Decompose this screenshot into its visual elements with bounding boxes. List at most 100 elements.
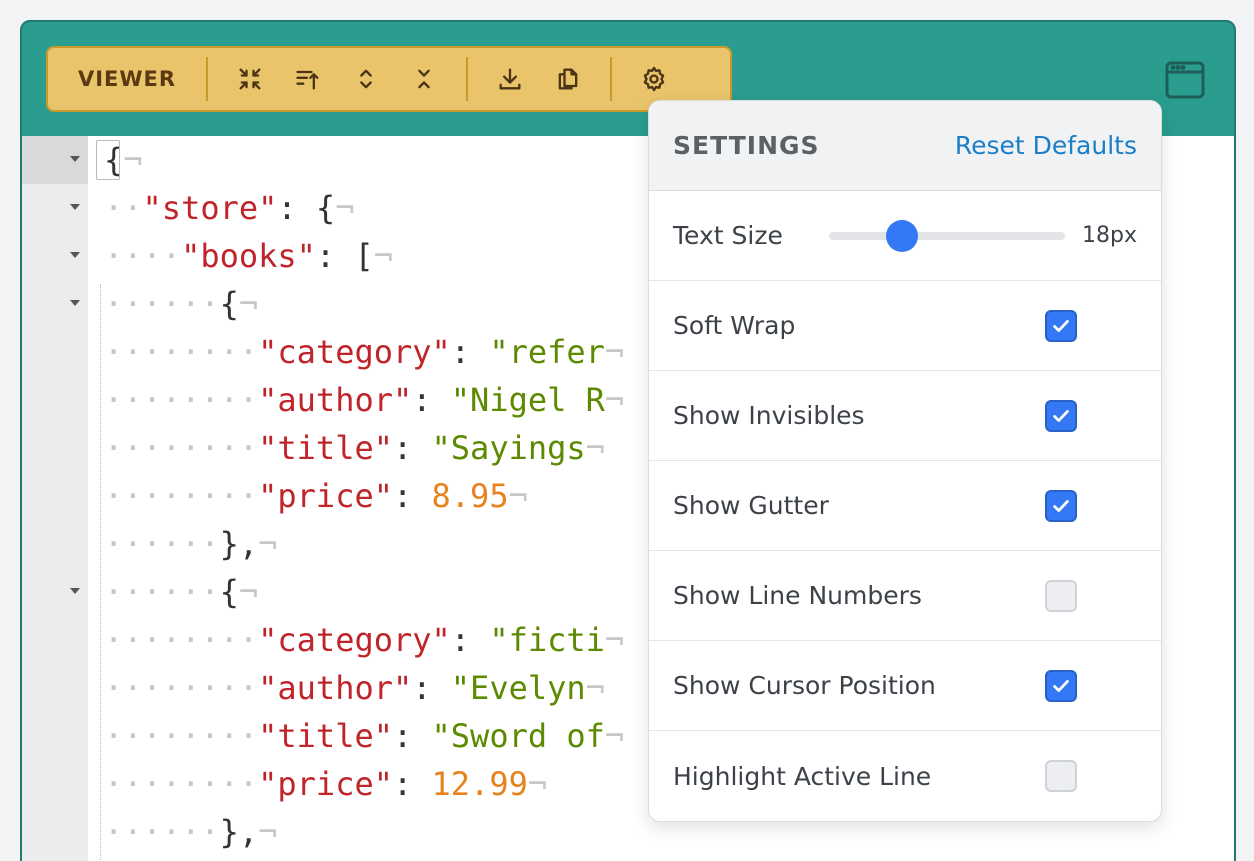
- code-token: "refer: [489, 333, 605, 371]
- copy-button[interactable]: [544, 55, 592, 103]
- soft-wrap-row: Soft Wrap: [649, 281, 1161, 371]
- bracket-match-highlight: [96, 140, 120, 180]
- download-button[interactable]: [486, 55, 534, 103]
- fold-arrow-icon[interactable]: [70, 156, 80, 162]
- indent-marker: ··: [104, 189, 143, 227]
- code-line: ······},¬: [104, 520, 277, 568]
- code-line: ····"books": [¬: [104, 232, 393, 280]
- checkmark-icon: [1053, 500, 1069, 512]
- eol-marker: ¬: [604, 621, 625, 659]
- collapse-all-button[interactable]: [400, 55, 448, 103]
- show-line-numbers-checkbox[interactable]: [1045, 580, 1077, 612]
- gutter-row: [22, 664, 88, 712]
- show-gutter-checkbox[interactable]: [1045, 490, 1077, 522]
- fold-arrow-icon[interactable]: [70, 252, 80, 258]
- code-token: : {: [277, 189, 336, 227]
- code-line: ········"price": 8.95¬: [104, 472, 528, 520]
- code-line: ········"category": "refer¬: [104, 328, 624, 376]
- eol-marker: ¬: [527, 765, 548, 803]
- toolbar-file-group: [468, 48, 610, 110]
- code-token: },: [219, 525, 259, 563]
- highlight-active-line-checkbox[interactable]: [1045, 760, 1077, 792]
- fold-arrow-icon[interactable]: [70, 204, 80, 210]
- eol-marker: ¬: [258, 813, 278, 851]
- show-cursor-position-checkbox[interactable]: [1045, 670, 1077, 702]
- gutter-row: [22, 376, 88, 424]
- soft-wrap-label: Soft Wrap: [673, 311, 796, 340]
- gutter-row: [22, 184, 88, 232]
- code-token: "author": [258, 381, 413, 419]
- indent-marker: ······: [104, 573, 220, 611]
- code-token: :: [392, 429, 432, 467]
- fullscreen-button[interactable]: [1164, 60, 1206, 100]
- indent-marker: ········: [104, 477, 259, 515]
- fold-arrow-icon[interactable]: [70, 300, 80, 306]
- settings-title: SETTINGS: [673, 131, 820, 160]
- code-line: {¬: [96, 136, 143, 184]
- code-token: :: [392, 717, 432, 755]
- eol-marker: ¬: [373, 237, 393, 275]
- settings-header: SETTINGS Reset Defaults: [649, 101, 1161, 191]
- code-line: ······{¬: [104, 280, 258, 328]
- indent-marker: ······: [104, 813, 220, 851]
- show-line-numbers-row: Show Line Numbers: [649, 551, 1161, 641]
- code-token: {: [219, 573, 239, 611]
- show-gutter-label: Show Gutter: [673, 491, 829, 520]
- indent-marker: ········: [104, 717, 259, 755]
- text-size-value: 18px: [1082, 223, 1137, 248]
- collapse-button[interactable]: [226, 55, 274, 103]
- code-token: "category": [258, 333, 451, 371]
- eol-marker: ¬: [123, 141, 143, 179]
- code-token: 12.99: [431, 765, 528, 803]
- indent-marker: ····: [104, 237, 182, 275]
- code-token: :: [392, 765, 432, 803]
- copy-icon: [558, 68, 578, 90]
- show-invisibles-checkbox[interactable]: [1045, 400, 1077, 432]
- soft-wrap-checkbox[interactable]: [1045, 310, 1077, 342]
- editor-gutter: [22, 136, 88, 861]
- code-token: 8.95: [431, 477, 509, 515]
- text-size-slider-thumb[interactable]: [886, 220, 919, 252]
- eol-marker: ¬: [604, 381, 625, 419]
- code-token: "ficti: [489, 621, 605, 659]
- code-token: },: [219, 813, 259, 851]
- gutter-row: [22, 280, 88, 328]
- show-gutter-row: Show Gutter: [649, 461, 1161, 551]
- code-token: :: [412, 381, 451, 419]
- indent-marker: ········: [104, 381, 259, 419]
- eol-marker: ¬: [585, 669, 605, 707]
- checkmark-icon: [1053, 680, 1069, 692]
- show-invisibles-label: Show Invisibles: [673, 401, 865, 430]
- text-size-label: Text Size: [673, 221, 783, 250]
- indent-marker: ········: [104, 621, 259, 659]
- code-token: "author": [258, 669, 413, 707]
- checkmark-icon: [1053, 410, 1069, 422]
- code-line: ········"category": "ficti¬: [104, 616, 624, 664]
- sort-icon: [296, 70, 319, 90]
- fold-arrow-icon[interactable]: [70, 588, 80, 594]
- gutter-row: [22, 232, 88, 280]
- settings-panel: SETTINGS Reset Defaults Text Size 18px S…: [648, 100, 1162, 822]
- settings-button[interactable]: [630, 55, 678, 103]
- sort-button[interactable]: [284, 55, 332, 103]
- indent-marker: ······: [104, 525, 220, 563]
- show-invisibles-row: Show Invisibles: [649, 371, 1161, 461]
- collapse-icon: [239, 68, 261, 90]
- gutter-row: [22, 808, 88, 856]
- expand-all-button[interactable]: [342, 55, 390, 103]
- code-token: :: [450, 333, 490, 371]
- indent-marker: ········: [104, 669, 259, 707]
- code-token: : [: [315, 237, 374, 275]
- show-line-numbers-label: Show Line Numbers: [673, 581, 922, 610]
- gear-icon: [643, 66, 665, 92]
- eol-marker: ¬: [508, 477, 528, 515]
- reset-defaults-link[interactable]: Reset Defaults: [955, 131, 1137, 160]
- gutter-row: [22, 712, 88, 760]
- code-token: "title": [258, 717, 393, 755]
- code-token: "price": [258, 477, 393, 515]
- code-line: ······{¬: [104, 568, 258, 616]
- indent-marker: ········: [104, 333, 259, 371]
- text-size-slider[interactable]: [829, 220, 1065, 252]
- code-line: ········"price": 12.99¬: [104, 760, 547, 808]
- code-line: ········"title": "Sayings¬: [104, 424, 605, 472]
